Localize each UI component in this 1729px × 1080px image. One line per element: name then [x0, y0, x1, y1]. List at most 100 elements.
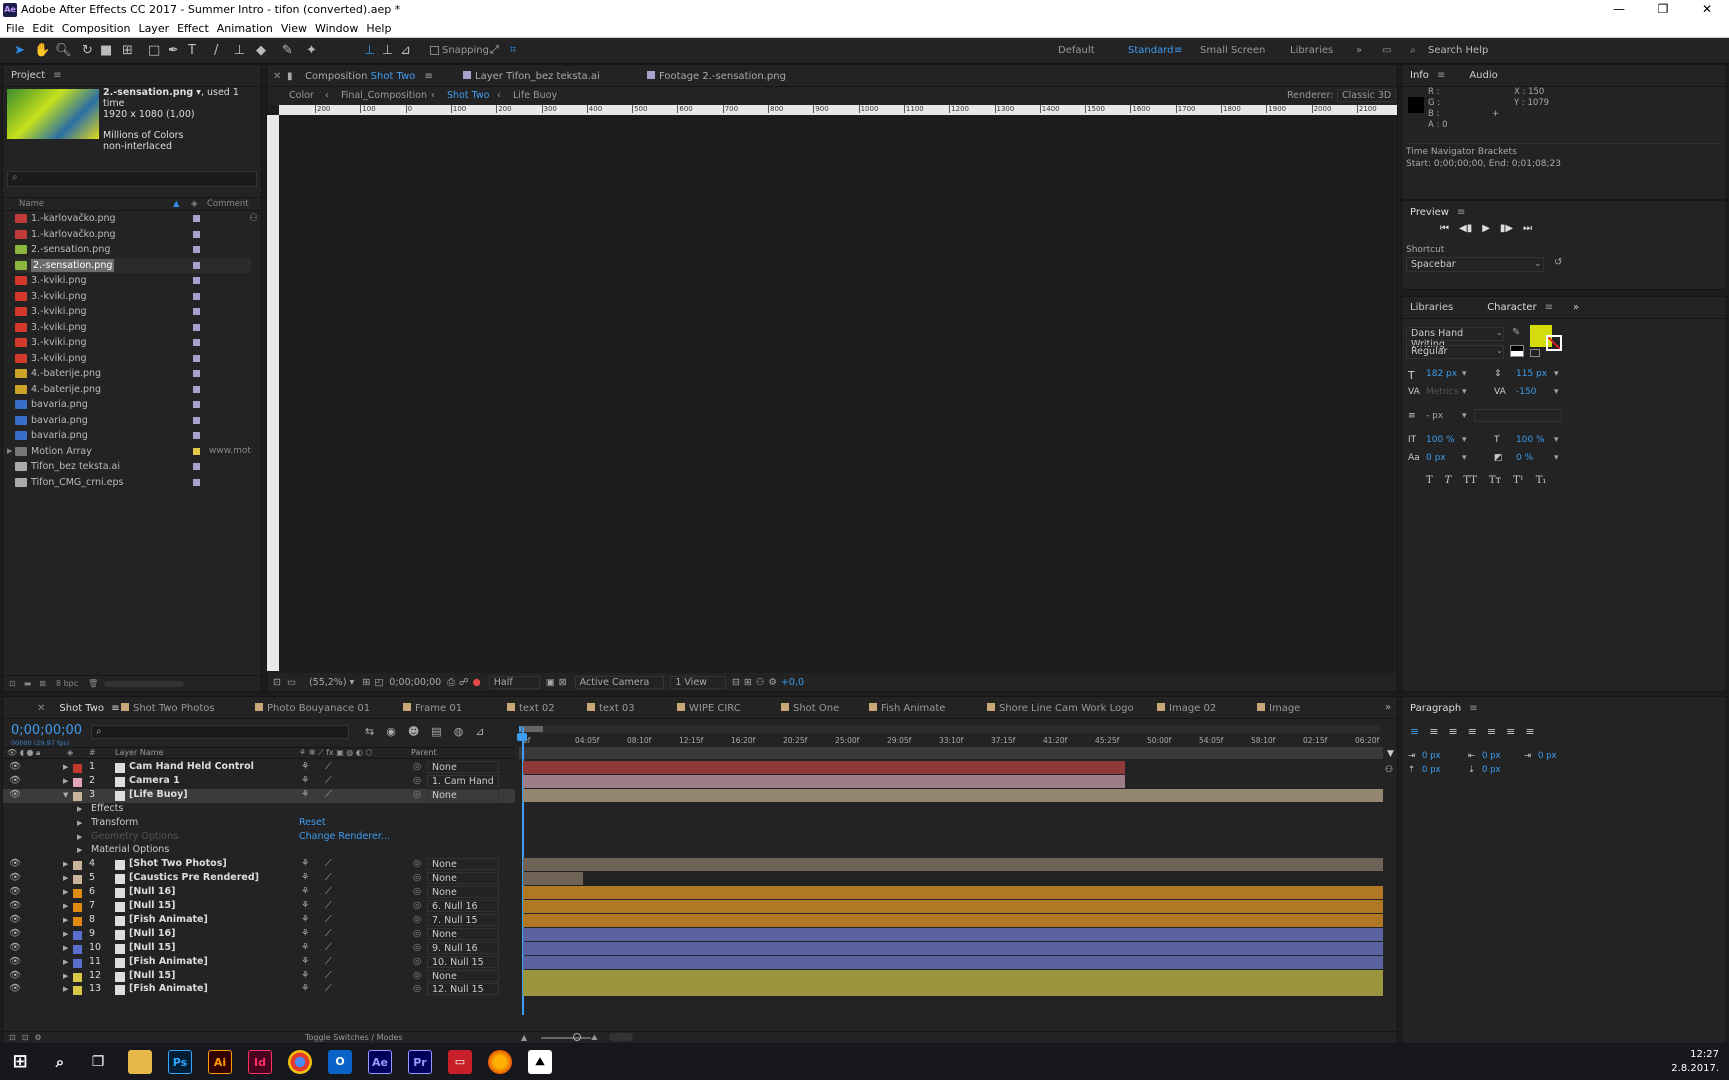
justify-last-right-icon[interactable]: ≡	[1506, 725, 1515, 738]
shy-switch-icon[interactable]: ⚘	[301, 928, 310, 939]
selection-tool-icon[interactable]: ➤	[14, 43, 25, 58]
layer-name[interactable]: [Null 15]	[129, 942, 175, 953]
layer-label-color[interactable]	[73, 916, 82, 926]
monitor-icon[interactable]: ▭	[287, 677, 296, 688]
expand-arrow-icon[interactable]: ▶	[63, 985, 68, 993]
subscript-button[interactable]: T₁	[1536, 475, 1547, 486]
layer-name-header[interactable]: Layer Name	[115, 748, 163, 757]
workspace-small-screen[interactable]: Small Screen	[1200, 45, 1265, 56]
search-help-input[interactable]: Search Help	[1428, 45, 1488, 56]
column-name[interactable]: Name	[19, 199, 44, 209]
previous-frame-icon[interactable]: ◀▮	[1459, 223, 1472, 234]
zoom-slider-handle[interactable]	[573, 1033, 581, 1041]
label-color[interactable]	[193, 463, 200, 470]
shy-switch-icon[interactable]: ⚘	[301, 789, 310, 800]
expand-arrow-icon[interactable]: ▶	[77, 819, 82, 827]
expand-arrow-icon[interactable]: ▶	[77, 805, 82, 813]
pick-whip-icon[interactable]: ◎	[413, 983, 421, 994]
menu-composition[interactable]: Composition	[62, 22, 131, 35]
reset-icon[interactable]: ↺	[1554, 257, 1562, 268]
quality-switch-icon[interactable]: ⟋	[325, 858, 332, 869]
close-tab-icon[interactable]: ✕	[37, 703, 45, 714]
label-color[interactable]	[193, 478, 200, 486]
task-view-icon[interactable]: ❐	[86, 1050, 110, 1074]
pick-whip-icon[interactable]: ◎	[413, 928, 421, 939]
layer-label-color[interactable]	[73, 944, 82, 954]
layer-label-color[interactable]	[73, 972, 82, 982]
panel-menu-icon[interactable]: ≡	[1469, 703, 1477, 714]
quality-switch-icon[interactable]: ⟋	[325, 900, 332, 911]
expand-arrow-icon[interactable]: ▶	[7, 447, 12, 455]
visibility-eye-icon[interactable]: 👁︎	[9, 900, 21, 911]
layer-label-color[interactable]	[73, 791, 82, 801]
zoom-slider[interactable]	[541, 1037, 591, 1039]
new-composition-icon[interactable]: ⊠	[39, 679, 46, 688]
type-tool-icon[interactable]: T	[188, 43, 196, 58]
project-item[interactable]: 4.-baterije.png	[15, 366, 251, 381]
puppet-tool-icon[interactable]: ✦	[306, 43, 317, 58]
menu-layer[interactable]: Layer	[138, 22, 169, 35]
comp-button-icon[interactable]: ⚇	[1385, 765, 1393, 775]
axis-local-icon[interactable]: ⊥	[364, 43, 375, 58]
quality-switch-icon[interactable]: ⟋	[325, 914, 332, 925]
shortcut-select[interactable]: Spacebar	[1406, 257, 1544, 272]
justify-last-left-icon[interactable]: ≡	[1468, 725, 1477, 738]
property-group-row[interactable]: ▶ Transform Reset	[3, 817, 515, 831]
axis-view-icon[interactable]: ⊿	[400, 43, 411, 58]
layer-row[interactable]: 👁︎ ▶ 5 [Caustics Pre Rendered] ⚘ ⟋ ◎ None	[3, 872, 515, 886]
label-color[interactable]	[193, 261, 200, 269]
search-icon[interactable]: ⌕	[48, 1050, 72, 1074]
project-item[interactable]: 4.-baterije.png	[15, 382, 251, 397]
tab-layer[interactable]: Layer Tifon_bez teksta.ai	[463, 71, 600, 82]
timeline-scrollbar[interactable]	[609, 1033, 633, 1041]
pick-whip-icon[interactable]: ◎	[413, 956, 421, 967]
quality-switch-icon[interactable]: ⟋	[325, 956, 332, 967]
expand-arrow-icon[interactable]: ▶	[63, 860, 68, 868]
layer-name[interactable]: [Shot Two Photos]	[129, 858, 227, 869]
pick-whip-icon[interactable]: ◎	[413, 886, 421, 897]
quality-switch-icon[interactable]: ⟋	[325, 970, 332, 981]
layer-name[interactable]: [Fish Animate]	[129, 914, 208, 925]
parent-select[interactable]: None	[427, 872, 499, 885]
safe-zones-icon[interactable]: ⊞	[362, 677, 370, 688]
layer-row[interactable]: 👁︎ ▼ 3 [Life Buoy] ⚘ ⟋ ◎ None	[3, 788, 515, 803]
shy-switch-icon[interactable]: ⚘	[301, 914, 310, 925]
timeline-current-time[interactable]: 0;00;00;00	[11, 723, 82, 738]
project-item[interactable]: 1.-karlovačko.png	[15, 211, 251, 226]
expand-in-out-icon[interactable]: ⚙	[34, 1033, 41, 1042]
property-name[interactable]: Transform	[91, 817, 138, 828]
label-color[interactable]	[193, 447, 200, 455]
label-color[interactable]	[193, 401, 200, 408]
expand-layer-switches-icon[interactable]: ⊡	[9, 1033, 16, 1042]
panel-menu-icon[interactable]: ≡	[1437, 70, 1445, 81]
layer-label-color[interactable]	[73, 764, 82, 773]
kerning-value[interactable]: Metrics	[1426, 387, 1459, 397]
space-after-value[interactable]: 0 px	[1482, 765, 1501, 775]
swap-colors-icon[interactable]	[1530, 349, 1540, 357]
visibility-eye-icon[interactable]: 👁︎	[9, 914, 21, 925]
shy-switch-icon[interactable]: ⚘	[301, 872, 310, 883]
shy-switch-icon[interactable]: ⚘	[301, 761, 310, 772]
layer-label-color[interactable]	[73, 777, 82, 787]
layer-label-color[interactable]	[73, 986, 82, 996]
hand-tool-icon[interactable]: ✋	[34, 43, 50, 58]
always-preview-icon[interactable]: ⊡	[273, 677, 281, 688]
space-before-value[interactable]: 0 px	[1422, 765, 1441, 775]
parent-select[interactable]: None	[427, 761, 499, 773]
project-item[interactable]: bavaria.png	[15, 397, 251, 412]
baseline-shift-value[interactable]: 0 px	[1426, 453, 1446, 463]
snapshot-icon[interactable]: ⎙	[447, 677, 455, 688]
project-item[interactable]: 3.-kviki.png	[15, 273, 251, 288]
rectangle-tool-icon[interactable]: □	[148, 43, 160, 58]
roto-brush-tool-icon[interactable]: ✎	[282, 43, 293, 58]
chrome-icon[interactable]	[288, 1050, 312, 1074]
property-group-row[interactable]: ▶ Geometry Options Change Renderer...	[3, 831, 515, 845]
pick-whip-icon[interactable]: ◎	[413, 775, 421, 786]
menu-window[interactable]: Window	[315, 22, 358, 35]
parent-select[interactable]: None	[427, 969, 499, 982]
exposure-value[interactable]: +0,0	[781, 677, 804, 688]
project-item[interactable]: 3.-kviki.png	[15, 320, 251, 335]
visibility-eye-icon[interactable]: 👁︎	[9, 775, 21, 786]
quality-switch-icon[interactable]: ⟋	[325, 761, 332, 772]
parent-select[interactable]: 6. Null 16	[427, 900, 499, 912]
